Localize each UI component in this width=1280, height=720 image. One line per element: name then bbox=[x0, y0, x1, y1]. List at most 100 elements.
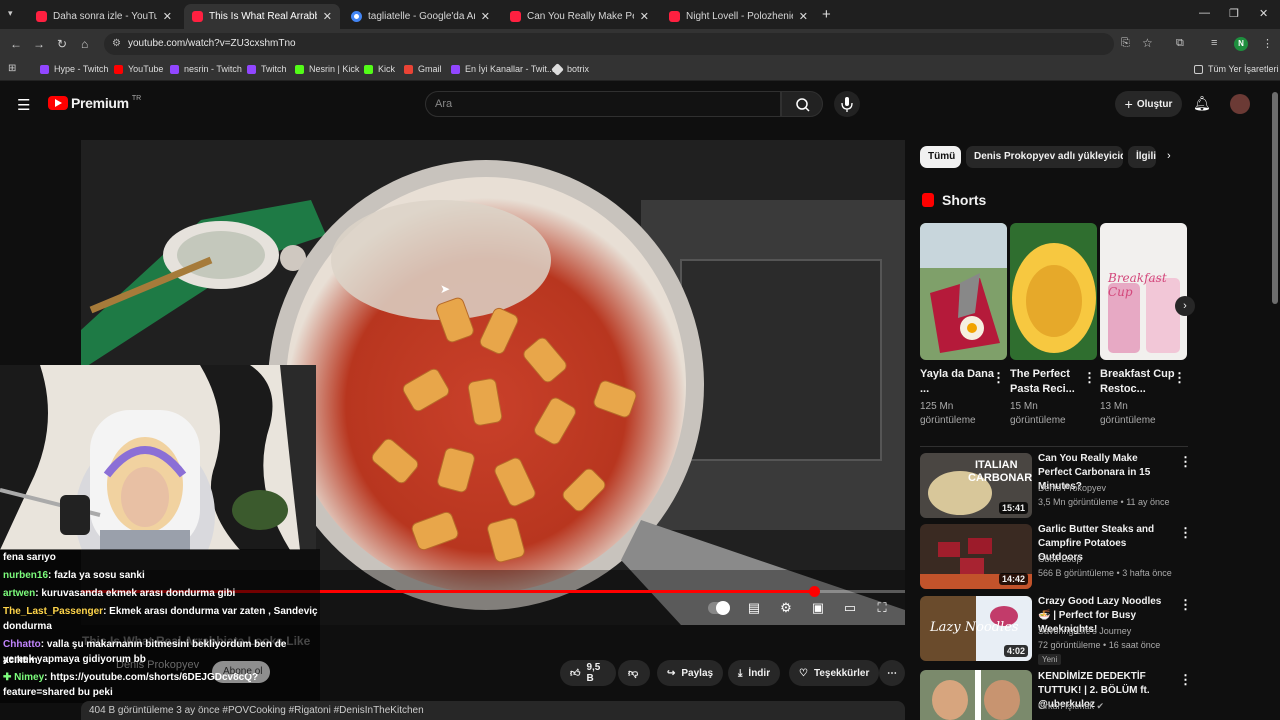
chip-all[interactable]: Tümü bbox=[920, 146, 961, 168]
short-menu-icon[interactable]: ⋮ bbox=[1173, 370, 1186, 386]
all-bookmarks-folder[interactable]: Tüm Yer İşaretleri bbox=[1194, 64, 1279, 74]
video-menu-icon[interactable]: ⋮ bbox=[1179, 672, 1192, 688]
video-thumbnail[interactable]: Lazy Noodles 4:02 bbox=[920, 596, 1032, 661]
autoplay-toggle[interactable] bbox=[708, 601, 730, 615]
settings-gear-icon[interactable]: ⚙ bbox=[777, 600, 795, 616]
close-icon[interactable]: ✕ bbox=[163, 10, 172, 23]
mouse-cursor-icon: ➤ bbox=[440, 282, 451, 296]
forward-icon[interactable]: → bbox=[33, 37, 45, 51]
chip-related[interactable]: İlgili bbox=[1128, 146, 1156, 168]
video-thumbnail[interactable]: 14:42 bbox=[920, 524, 1032, 589]
chevron-right-icon[interactable]: › bbox=[1167, 150, 1171, 162]
search-button[interactable] bbox=[781, 91, 823, 117]
tab-night-lovell[interactable]: Night Lovell - Polozhenie - You ✕ bbox=[661, 4, 816, 29]
stream-chat: fena sarıyo nurben16: fazla ya sosu sank… bbox=[0, 549, 320, 703]
bookmark-item[interactable]: Hype - Twitch bbox=[40, 64, 108, 74]
tab-google-search[interactable]: tagliatelle - Google'da Ara ✕ bbox=[343, 4, 498, 29]
dislike-button[interactable]: 👎︎ bbox=[618, 660, 650, 686]
video-menu-icon[interactable]: ⋮ bbox=[1179, 454, 1192, 470]
bookmark-item[interactable]: botrix bbox=[551, 62, 589, 76]
subtitles-icon[interactable]: ▤ bbox=[745, 600, 763, 616]
video-menu-icon[interactable]: ⋮ bbox=[1179, 597, 1192, 613]
close-icon[interactable]: ✕ bbox=[481, 10, 490, 23]
download-button[interactable]: ⤓ İndir bbox=[728, 660, 781, 686]
tab-arrabbiata[interactable]: This Is What Real Arrabbiata Lo ✕ bbox=[184, 4, 340, 29]
short-menu-icon[interactable]: ⋮ bbox=[992, 370, 1005, 386]
hamburger-menu-icon[interactable]: ☰ bbox=[17, 96, 30, 114]
media-icon[interactable]: ≡ bbox=[1211, 37, 1217, 49]
video-thumbnail[interactable] bbox=[920, 670, 1032, 720]
back-icon[interactable]: ← bbox=[10, 37, 22, 51]
tab-label: Night Lovell - Polozhenie - You bbox=[686, 11, 793, 22]
video-meta: 566 B görüntüleme • 3 hafta önce bbox=[1038, 568, 1172, 578]
extensions-icon[interactable]: ⧉ bbox=[1176, 37, 1184, 50]
close-window-button[interactable]: ✕ bbox=[1259, 7, 1268, 20]
fullscreen-icon[interactable]: ⛶ bbox=[873, 600, 891, 616]
chat-text: feature=shared bu peki bbox=[3, 687, 113, 698]
account-avatar[interactable] bbox=[1230, 94, 1250, 114]
url-text[interactable]: youtube.com/watch?v=ZU3cxshmTno bbox=[128, 38, 296, 49]
tab-watch-later[interactable]: Daha sonra izle - YouTube ✕ bbox=[28, 4, 180, 29]
theater-mode-icon[interactable]: ▭ bbox=[841, 600, 859, 616]
new-tab-button[interactable]: + bbox=[822, 6, 831, 23]
bookmark-item[interactable]: YouTube bbox=[114, 64, 163, 74]
tab-carbonara[interactable]: Can You Really Make Perfect Ca ✕ bbox=[502, 4, 657, 29]
close-icon[interactable]: ✕ bbox=[323, 10, 332, 23]
page-scrollbar[interactable] bbox=[1272, 92, 1278, 304]
bookmark-item[interactable]: Kick bbox=[364, 64, 395, 74]
video-channel[interactable]: Cook Loop bbox=[1038, 552, 1178, 566]
youtube-icon bbox=[114, 64, 123, 74]
browser-menu-icon[interactable]: ⋮ bbox=[1262, 37, 1273, 50]
close-icon[interactable]: ✕ bbox=[799, 10, 808, 23]
short-title[interactable]: The Perfect Pasta Reci... bbox=[1010, 367, 1085, 397]
bookmark-label: Hype - Twitch bbox=[54, 64, 109, 74]
voice-search-button[interactable] bbox=[834, 91, 860, 117]
description-box[interactable]: 404 B görüntüleme 3 ay önce #POVCooking … bbox=[81, 701, 905, 720]
channel-name[interactable]: Denis Prokopyev bbox=[116, 659, 199, 671]
close-icon[interactable]: ✕ bbox=[640, 10, 649, 23]
video-channel[interactable]: Savoring Life's Journey bbox=[1038, 624, 1178, 638]
video-thumbnail[interactable]: ITALIAN CARBONARA 15:41 bbox=[920, 453, 1032, 518]
site-info-icon[interactable]: ⚙ bbox=[112, 38, 121, 49]
short-thumbnail[interactable]: Breakfast Cup bbox=[1100, 223, 1187, 360]
like-button[interactable]: 👍︎ 9,5 B bbox=[560, 660, 616, 686]
youtube-logo[interactable]: Premium TR bbox=[48, 95, 141, 111]
bookmark-item[interactable]: Gmail bbox=[404, 64, 442, 74]
thanks-button[interactable]: ♡ Teşekkürler bbox=[789, 660, 880, 686]
miniplayer-icon[interactable]: ▣ bbox=[809, 600, 827, 616]
subscribe-button[interactable]: Abone ol bbox=[212, 661, 270, 683]
profile-avatar[interactable]: N bbox=[1234, 37, 1248, 51]
create-button[interactable]: + Oluştur bbox=[1115, 91, 1182, 117]
share-button[interactable]: ↪ Paylaş bbox=[657, 660, 724, 686]
maximize-button[interactable]: ❐ bbox=[1229, 7, 1239, 20]
short-title[interactable]: Yayla da Dana ... bbox=[920, 367, 995, 397]
tab-label: Can You Really Make Perfect Ca bbox=[527, 11, 634, 22]
video-channel[interactable]: Orkun Işıtmak ✔ bbox=[1038, 699, 1178, 713]
chat-message: feature=shared bu peki bbox=[3, 685, 113, 701]
video-channel[interactable]: Denis Prokopyev bbox=[1038, 481, 1178, 495]
install-app-icon[interactable]: ⎘ bbox=[1121, 37, 1130, 50]
create-label: Oluştur bbox=[1136, 98, 1173, 110]
notifications-bell-icon[interactable]: 🔔︎ bbox=[1193, 95, 1211, 112]
short-thumbnail[interactable] bbox=[1010, 223, 1097, 360]
short-menu-icon[interactable]: ⋮ bbox=[1083, 370, 1096, 386]
bookmark-star-icon[interactable]: ☆ bbox=[1142, 36, 1153, 50]
chat-username: nurben16 bbox=[3, 570, 49, 581]
bookmark-item[interactable]: En İyi Kanallar - Twit... bbox=[451, 64, 554, 74]
video-menu-icon[interactable]: ⋮ bbox=[1179, 525, 1192, 541]
short-title[interactable]: Breakfast Cup Restoc... bbox=[1100, 367, 1175, 397]
apps-grid-icon[interactable]: ⊞ bbox=[8, 63, 16, 74]
bookmark-item[interactable]: nesrin - Twitch bbox=[170, 64, 242, 74]
search-input[interactable]: Ara bbox=[425, 91, 781, 117]
video-duration: 15:41 bbox=[998, 502, 1028, 514]
bookmark-item[interactable]: Nesrin | Kick bbox=[295, 64, 359, 74]
more-actions-button[interactable]: ⋯ bbox=[879, 660, 905, 686]
shorts-next-button[interactable]: › bbox=[1175, 296, 1195, 316]
bookmark-item[interactable]: Twitch bbox=[247, 64, 287, 74]
tab-list-icon[interactable]: ▾ bbox=[8, 8, 13, 19]
reload-icon[interactable]: ↻ bbox=[57, 37, 67, 51]
chip-from-uploader[interactable]: Denis Prokopyev adlı yükleyiciden bbox=[966, 146, 1123, 168]
short-thumbnail[interactable] bbox=[920, 223, 1007, 360]
home-icon[interactable]: ⌂ bbox=[81, 37, 88, 51]
minimize-button[interactable]: — bbox=[1199, 7, 1210, 19]
